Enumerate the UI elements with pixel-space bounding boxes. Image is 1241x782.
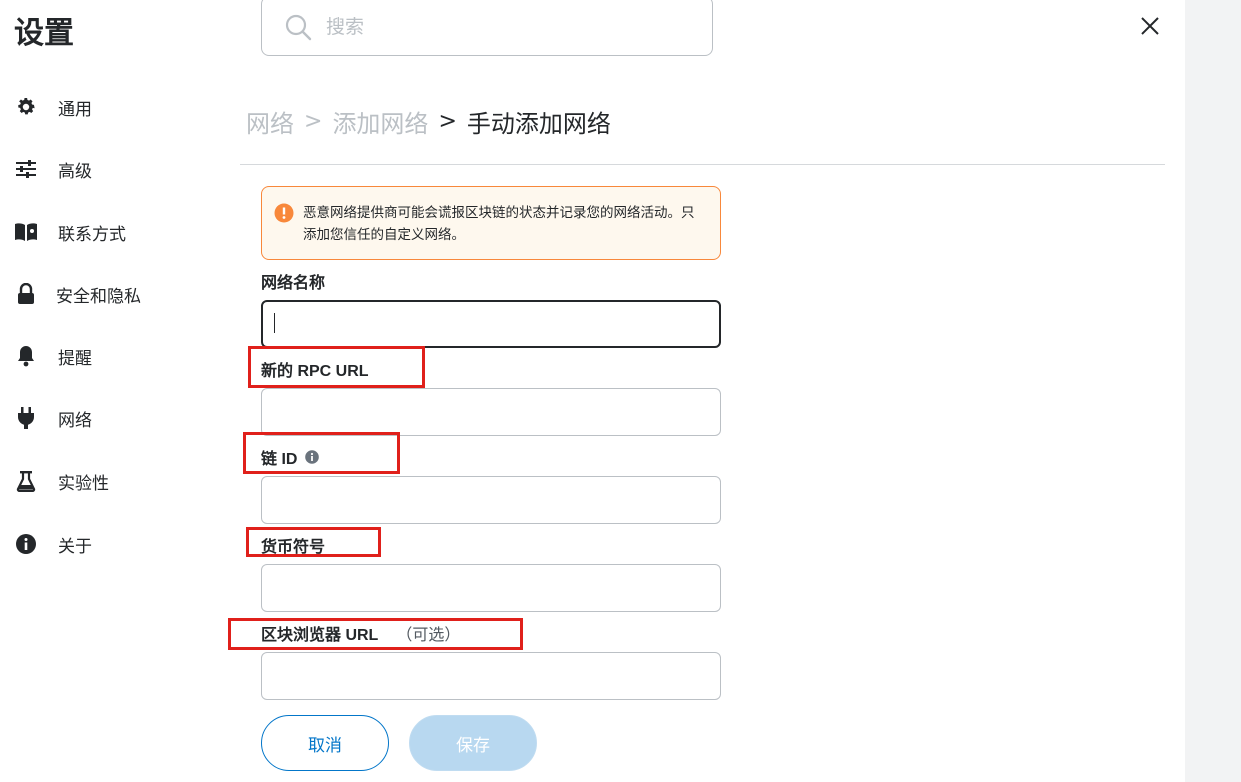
sidebar-item-general[interactable]: 通用 — [14, 92, 214, 122]
breadcrumb-separator: > — [304, 109, 323, 134]
network-name-input[interactable] — [261, 300, 721, 348]
right-gutter — [1185, 0, 1241, 782]
close-icon[interactable] — [1136, 12, 1164, 40]
sidebar-item-label: 实验性 — [58, 473, 109, 494]
sidebar-item-about[interactable]: 关于 — [14, 529, 214, 559]
optional-tag: （可选） — [396, 625, 461, 644]
search-icon — [285, 14, 312, 41]
chain-id-input[interactable] — [261, 476, 721, 524]
rpc-url-label: 新的 RPC URL — [261, 357, 369, 381]
sidebar-item-advanced[interactable]: 高级 — [14, 154, 214, 184]
plug-icon — [14, 406, 38, 430]
block-explorer-label: 区块浏览器 URL （可选） — [261, 621, 460, 645]
network-name-label: 网络名称 — [261, 269, 325, 293]
save-button[interactable]: 保存 — [409, 715, 537, 771]
sidebar-item-label: 高级 — [58, 161, 92, 182]
gear-icon — [14, 95, 38, 119]
sidebar-item-alerts[interactable]: 提醒 — [14, 341, 214, 371]
cancel-button[interactable]: 取消 — [261, 715, 389, 771]
network-name-label-text: 网络名称 — [261, 275, 326, 292]
sidebar-item-label: 联系方式 — [58, 224, 126, 245]
block-explorer-label-text: 区块浏览器 URL — [261, 627, 379, 644]
flask-icon — [14, 469, 38, 493]
search-box[interactable] — [261, 0, 713, 56]
page-title: 设置 — [14, 17, 74, 50]
currency-symbol-input[interactable] — [261, 564, 721, 612]
sidebar-item-security[interactable]: 安全和隐私 — [14, 279, 214, 309]
currency-symbol-label-text: 货币符号 — [261, 539, 326, 556]
sidebar-item-contacts[interactable]: 联系方式 — [14, 217, 214, 247]
sidebar-item-experimental[interactable]: 实验性 — [14, 466, 214, 496]
sidebar-item-label: 通用 — [58, 99, 92, 120]
sidebar-item-networks[interactable]: 网络 — [14, 403, 214, 433]
breadcrumb-separator: > — [438, 109, 457, 134]
breadcrumb-manual-add: 手动添加网络 — [466, 110, 611, 138]
sidebar-item-label: 关于 — [58, 536, 92, 557]
rpc-url-label-text: 新的 RPC URL — [261, 363, 369, 380]
sidebar-item-label: 网络 — [58, 410, 92, 431]
breadcrumb-networks[interactable]: 网络 — [246, 104, 294, 139]
lock-icon — [14, 282, 38, 306]
warning-icon — [274, 203, 294, 223]
breadcrumb-add-network[interactable]: 添加网络 — [332, 104, 428, 139]
sidebar-item-label: 安全和隐私 — [56, 286, 141, 307]
warning-text: 恶意网络提供商可能会谎报区块链的状态并记录您的网络活动。只添加您信任的自定义网络… — [303, 205, 695, 243]
chain-id-label-text: 链 ID — [261, 451, 298, 468]
warning-banner: 恶意网络提供商可能会谎报区块链的状态并记录您的网络活动。只添加您信任的自定义网络… — [261, 186, 721, 260]
chain-id-label: 链 ID — [261, 445, 320, 469]
text-caret — [274, 313, 275, 333]
block-explorer-input[interactable] — [261, 652, 721, 700]
breadcrumb: 网络 > 添加网络 > 手动添加网络 — [246, 104, 611, 139]
info-icon — [14, 532, 38, 556]
rpc-url-input[interactable] — [261, 388, 721, 436]
book-icon — [14, 220, 38, 244]
sliders-icon — [14, 157, 38, 181]
sidebar-item-label: 提醒 — [58, 348, 92, 369]
search-input[interactable] — [326, 11, 686, 43]
info-icon[interactable] — [305, 450, 320, 464]
currency-symbol-label: 货币符号 — [261, 533, 325, 557]
divider — [240, 164, 1165, 165]
bell-icon — [14, 344, 38, 368]
